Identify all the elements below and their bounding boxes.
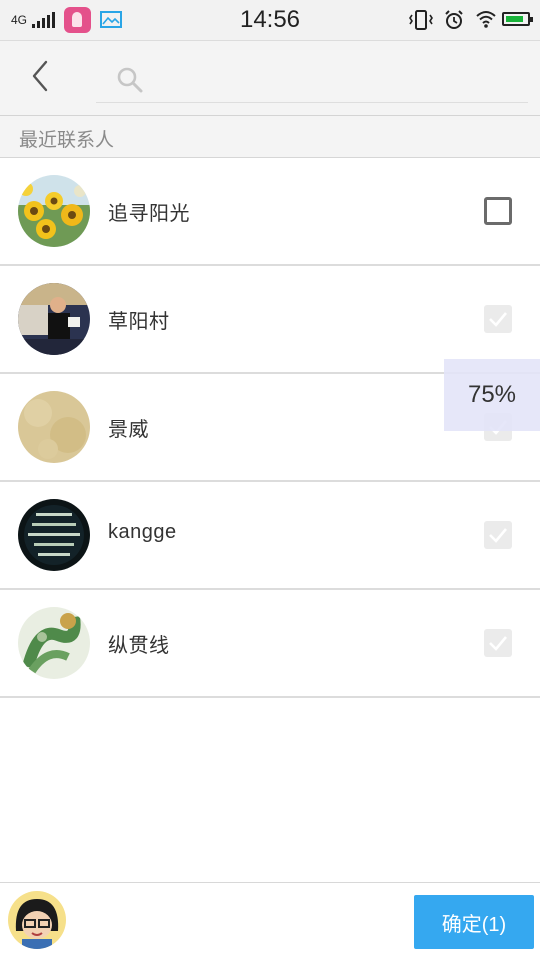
- sunflower-avatar: [18, 175, 90, 247]
- contact-checkbox[interactable]: [484, 197, 512, 225]
- search-field[interactable]: [96, 55, 528, 103]
- texture-avatar: [18, 391, 90, 463]
- contact-checkbox[interactable]: [484, 629, 512, 657]
- contact-row[interactable]: 追寻阳光: [0, 158, 540, 266]
- contact-name: 草阳村: [108, 311, 170, 333]
- contact-checkbox[interactable]: [484, 521, 512, 549]
- bottom-bar: 确定(1): [0, 882, 540, 960]
- battery-level: [506, 16, 523, 22]
- chevron-left-icon[interactable]: [22, 59, 58, 95]
- contact-row[interactable]: 纵贯线: [0, 590, 540, 698]
- zoom-level: 75%: [467, 381, 517, 408]
- contact-name: 追寻阳光: [108, 203, 190, 225]
- vibrate-icon: [409, 10, 433, 30]
- dragon-avatar: [18, 607, 90, 679]
- contact-name: 景威: [108, 419, 149, 441]
- contact-row[interactable]: 草阳村: [0, 266, 540, 374]
- person-avatar: [18, 283, 90, 355]
- wifi-icon: [476, 11, 496, 28]
- confirm-button[interactable]: 确定(1): [414, 895, 534, 949]
- search-input[interactable]: [156, 61, 516, 97]
- contact-name: 纵贯线: [108, 635, 170, 657]
- search-icon: [117, 67, 143, 93]
- contact-checkbox[interactable]: [484, 305, 512, 333]
- calligraphy-avatar: [18, 499, 90, 571]
- user-avatar[interactable]: [8, 891, 66, 949]
- section-title: 最近联系人: [19, 130, 115, 151]
- alarm-icon: [445, 10, 463, 29]
- contact-row[interactable]: kangge: [0, 482, 540, 590]
- search-header: [0, 40, 540, 116]
- recent-contacts-header: 最近联系人: [0, 116, 540, 158]
- battery-icon: [502, 12, 533, 26]
- contact-name: kangge: [108, 521, 177, 543]
- status-bar: 4G 14:56: [0, 0, 540, 40]
- zoom-indicator: 75%: [444, 359, 540, 431]
